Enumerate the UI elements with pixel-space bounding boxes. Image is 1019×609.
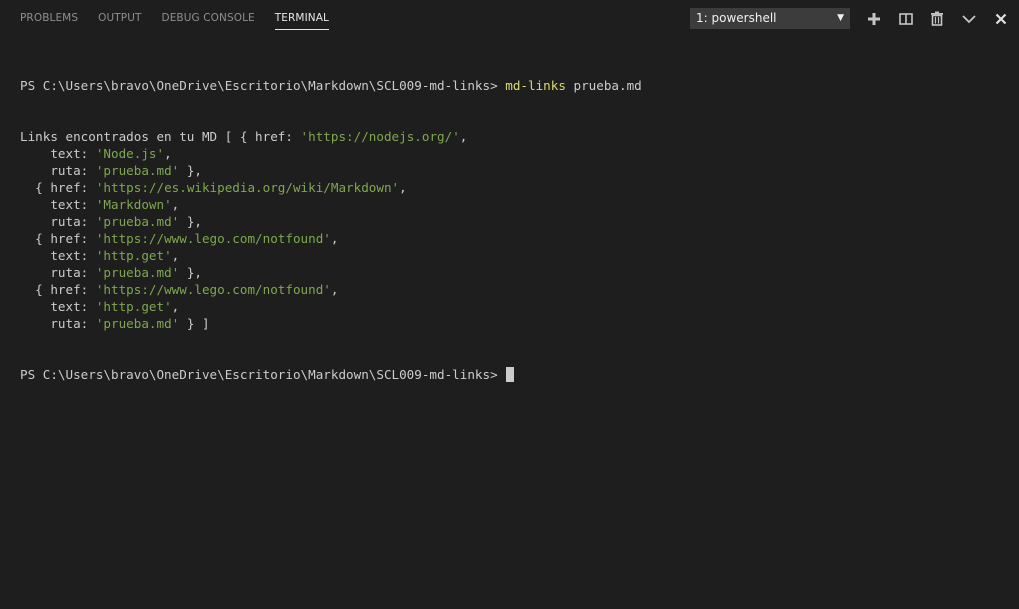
- output-text: ,: [171, 197, 180, 212]
- output-line: text: 'Node.js',: [20, 145, 1009, 162]
- output-line: text: 'http.get',: [20, 298, 1009, 315]
- output-line: { href: 'https://www.lego.com/notfound',: [20, 281, 1009, 298]
- string-literal: 'Node.js': [95, 146, 165, 161]
- output-line: ruta: 'prueba.md' },: [20, 213, 1009, 230]
- output-text: ruta:: [20, 316, 96, 331]
- output-text: ,: [330, 282, 339, 297]
- output-line: Links encontrados en tu MD [ { href: 'ht…: [20, 128, 1009, 145]
- command-text: md-links: [505, 78, 566, 93]
- string-literal: 'https://es.wikipedia.org/wiki/Markdown': [95, 180, 400, 195]
- output-lines: Links encontrados en tu MD [ { href: 'ht…: [20, 128, 1009, 332]
- panel-header: PROBLEMS OUTPUT DEBUG CONSOLE TERMINAL 1…: [0, 0, 1019, 36]
- output-line: { href: 'https://es.wikipedia.org/wiki/M…: [20, 179, 1009, 196]
- string-literal: 'https://nodejs.org/': [300, 129, 460, 144]
- output-text: ,: [164, 146, 172, 161]
- string-literal: 'prueba.md': [95, 265, 180, 280]
- terminal-select-value: 1: powershell: [696, 11, 777, 25]
- output-line: { href: 'https://www.lego.com/notfound',: [20, 230, 1009, 247]
- output-line: text: 'http.get',: [20, 247, 1009, 264]
- output-text: },: [179, 163, 202, 178]
- output-line: ruta: 'prueba.md' },: [20, 264, 1009, 281]
- terminal-cursor: [506, 367, 515, 382]
- close-icon: [995, 13, 1007, 24]
- output-text: ,: [459, 129, 468, 144]
- string-literal: 'http.get': [95, 248, 172, 263]
- output-text: { href:: [20, 180, 96, 195]
- output-text: } ]: [179, 316, 210, 331]
- output-text: ,: [171, 299, 180, 314]
- output-line: ruta: 'prueba.md' },: [20, 162, 1009, 179]
- output-text: ,: [171, 248, 180, 263]
- final-prompt-text: PS C:\Users\bravo\OneDrive\Escritorio\Ma…: [20, 367, 506, 382]
- split-terminal-button[interactable]: [896, 8, 916, 29]
- new-terminal-button[interactable]: [864, 8, 884, 29]
- command-line: PS C:\Users\bravo\OneDrive\Escritorio\Ma…: [20, 77, 1009, 94]
- kill-terminal-button[interactable]: [927, 8, 947, 29]
- string-literal: 'prueba.md': [95, 316, 180, 331]
- string-literal: 'https://www.lego.com/notfound': [95, 231, 331, 246]
- caret-down-icon: ▼: [837, 13, 844, 23]
- output-text: text:: [20, 146, 96, 161]
- string-literal: 'https://www.lego.com/notfound': [95, 282, 331, 297]
- terminal-output[interactable]: PS C:\Users\bravo\OneDrive\Escritorio\Ma…: [20, 43, 1009, 400]
- chevron-down-icon: [962, 14, 976, 23]
- output-text: ruta:: [20, 214, 96, 229]
- panel-tabs: PROBLEMS OUTPUT DEBUG CONSOLE TERMINAL: [20, 0, 349, 36]
- tab-output[interactable]: OUTPUT: [98, 0, 141, 36]
- output-line: ruta: 'prueba.md' } ]: [20, 315, 1009, 332]
- output-text: text:: [20, 197, 96, 212]
- output-text: Links encontrados en tu MD [ { href:: [20, 129, 301, 144]
- output-text: ,: [330, 231, 339, 246]
- trash-icon: [931, 11, 943, 26]
- output-text: text:: [20, 248, 96, 263]
- output-text: ruta:: [20, 265, 96, 280]
- terminal-select[interactable]: 1: powershell ▼: [690, 8, 850, 29]
- output-text: { href:: [20, 231, 96, 246]
- output-text: ,: [399, 180, 407, 195]
- string-literal: 'prueba.md': [95, 214, 180, 229]
- maximize-panel-button[interactable]: [959, 8, 979, 29]
- tab-problems[interactable]: PROBLEMS: [20, 0, 78, 36]
- string-literal: 'http.get': [95, 299, 172, 314]
- string-literal: 'Markdown': [95, 197, 172, 212]
- output-line: text: 'Markdown',: [20, 196, 1009, 213]
- final-prompt-line: PS C:\Users\bravo\OneDrive\Escritorio\Ma…: [20, 366, 1009, 383]
- tab-terminal[interactable]: TERMINAL: [274, 0, 330, 36]
- string-literal: 'prueba.md': [95, 163, 180, 178]
- output-text: },: [179, 265, 202, 280]
- split-icon: [899, 12, 913, 25]
- output-text: { href:: [20, 282, 96, 297]
- output-text: },: [179, 214, 202, 229]
- close-panel-button[interactable]: [991, 8, 1011, 29]
- output-text: ruta:: [20, 163, 96, 178]
- output-text: text:: [20, 299, 96, 314]
- prompt-text: PS C:\Users\bravo\OneDrive\Escritorio\Ma…: [20, 78, 506, 93]
- command-argument: prueba.md: [565, 78, 642, 93]
- tab-debug-console[interactable]: DEBUG CONSOLE: [162, 0, 255, 36]
- plus-icon: [868, 12, 880, 25]
